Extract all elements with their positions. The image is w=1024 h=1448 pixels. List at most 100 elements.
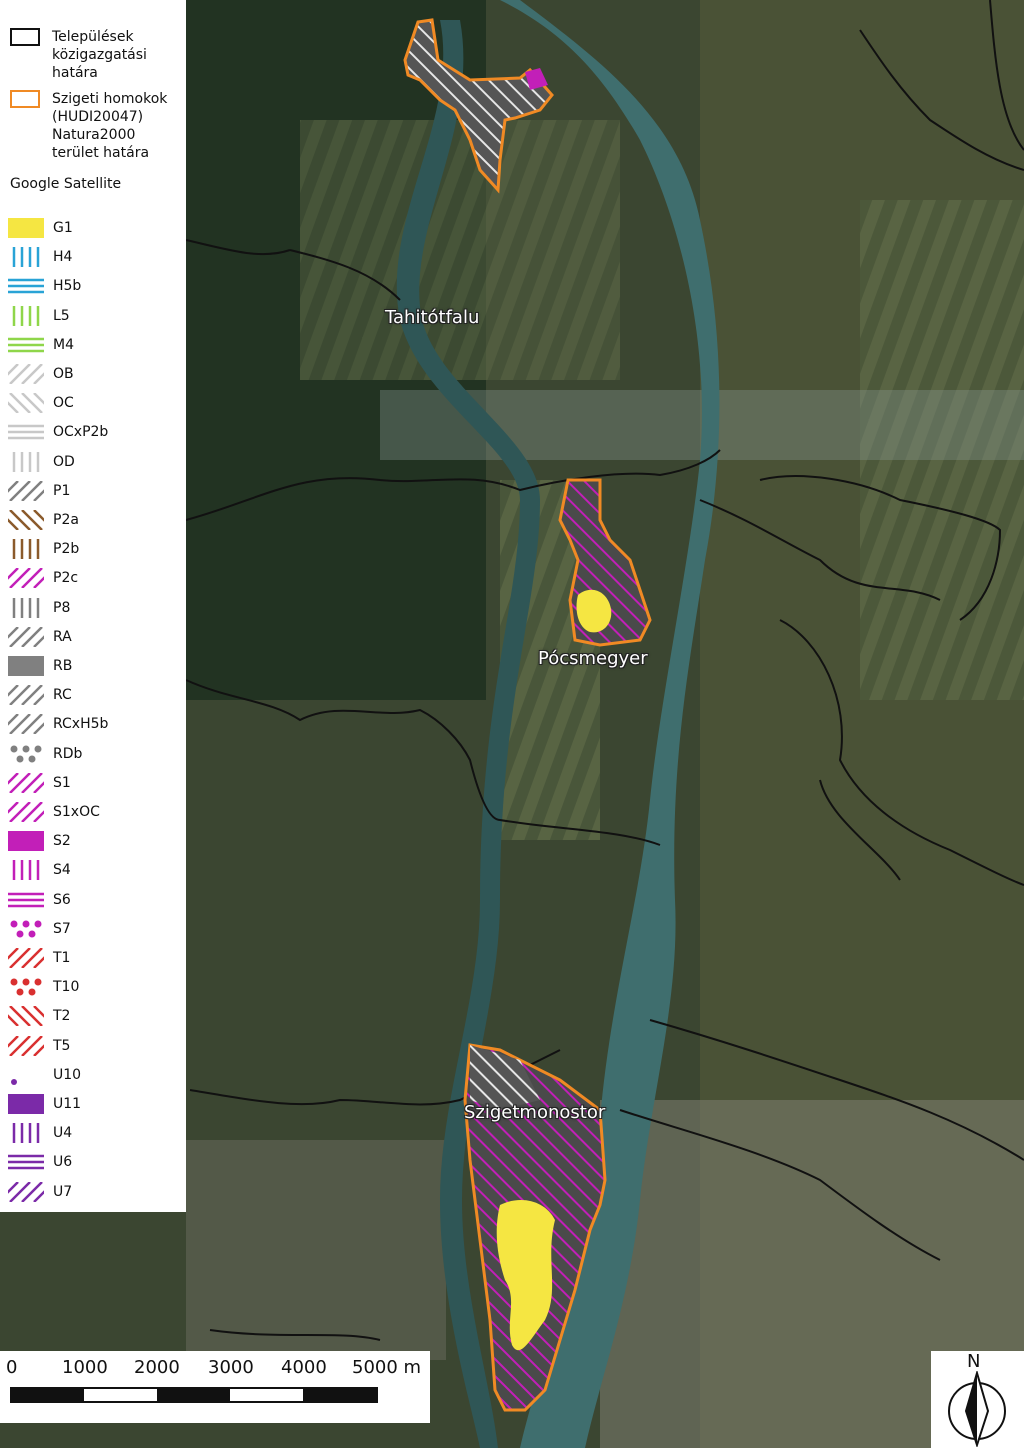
legend-item-label: P2b <box>53 541 80 558</box>
legend-item-label: P2c <box>53 570 79 587</box>
legend-swatch <box>8 364 44 384</box>
legend-item-h4: H4 <box>8 245 72 269</box>
place-label-szigetmonostor: Szigetmonostor <box>464 1102 606 1123</box>
legend-item-u7: U7 <box>8 1180 72 1204</box>
legend-item-g1: G1 <box>8 216 73 240</box>
legend-swatch <box>8 1181 44 1202</box>
legend-swatch <box>8 1155 44 1170</box>
legend-item-label: S1xOC <box>53 804 100 820</box>
legend-item-s6: S6 <box>8 888 71 912</box>
legend-item-s2: S2 <box>8 829 71 853</box>
natura-boundary-label: Szigeti homokok (HUDI20047) Natura2000 t… <box>52 91 168 161</box>
legend-swatch <box>8 480 44 501</box>
legend-item-label: T1 <box>53 950 71 966</box>
legend-item-od: OD <box>8 450 75 474</box>
legend-swatch <box>8 714 44 735</box>
legend-swatch <box>8 1035 44 1056</box>
legend-item-label: H4 <box>53 249 73 266</box>
legend-item-t2: T2 <box>8 1004 70 1028</box>
legend-item-h5b: H5b <box>8 274 81 298</box>
legend-item-label: U11 <box>53 1096 82 1112</box>
legend-item-label: G1 <box>53 220 73 236</box>
legend-item-label: S2 <box>53 833 71 850</box>
legend-item-label: P2a <box>53 512 79 528</box>
basemap-label: Google Satellite <box>10 176 122 192</box>
legend-item-p1: P1 <box>8 479 70 503</box>
legend-item-label: OC <box>53 395 74 412</box>
compass-icon <box>948 1371 1006 1447</box>
north-arrow: N <box>931 1351 1024 1448</box>
legend-swatch <box>12 1123 40 1144</box>
legend-swatch <box>10 920 42 938</box>
legend-swatch <box>8 393 44 414</box>
legend-item-label: RC <box>53 687 72 704</box>
legend-swatch <box>8 1094 44 1114</box>
north-label: N <box>967 1351 981 1372</box>
legend-item-label: T5 <box>53 1037 71 1054</box>
legend-item-rb: RB <box>8 654 72 678</box>
legend-swatch <box>12 247 40 268</box>
scale-label-0: 0 <box>6 1357 18 1378</box>
legend-item-label: L5 <box>53 307 70 324</box>
legend-item-t10: T10 <box>8 975 79 999</box>
legend-item-oc: OC <box>8 391 74 415</box>
legend-swatch <box>8 626 44 647</box>
legend-swatch <box>11 1078 17 1085</box>
legend-item-p2a: P2a <box>8 508 79 532</box>
legend-swatch <box>12 860 40 881</box>
legend-admin-boundary: Települések közigazgatási határa <box>10 28 182 82</box>
legend-swatch <box>8 772 44 793</box>
natura-boundary-swatch <box>10 90 40 108</box>
legend-item-l5: L5 <box>8 304 70 328</box>
legend-item-s4: S4 <box>8 858 71 882</box>
legend-item-label: RB <box>53 658 73 674</box>
legend-item-u6: U6 <box>8 1150 72 1174</box>
legend-item-label: T2 <box>53 1008 71 1025</box>
urban-southwest <box>186 1140 446 1360</box>
legend-item-label: OD <box>53 453 75 470</box>
legend-swatch <box>12 305 40 326</box>
place-label-tahitotfalu: Tahitótfalu <box>385 307 480 328</box>
north-fields <box>300 120 620 380</box>
legend-swatch <box>12 539 40 560</box>
admin-boundary-label: Települések közigazgatási határa <box>52 29 147 81</box>
legend-swatch <box>12 597 40 618</box>
legend-item-label: RDb <box>53 745 83 762</box>
legend-item-label: U6 <box>53 1154 73 1171</box>
legend-item-label: OB <box>53 366 74 382</box>
legend-item-p8: P8 <box>8 596 70 620</box>
scale-label-1000: 1000 <box>62 1357 108 1378</box>
place-label-pocsmegyer: Pócsmegyer <box>538 648 648 669</box>
legend-swatch <box>10 978 42 996</box>
legend-item-ra: RA <box>8 625 72 649</box>
legend-natura-boundary: Szigeti homokok (HUDI20047) Natura2000 t… <box>10 90 182 162</box>
legend-swatch <box>8 218 44 238</box>
legend-item-label: U4 <box>53 1125 73 1142</box>
legend-item-rdb: RDb <box>8 742 82 766</box>
scale-label-5000: 5000 m <box>352 1357 422 1378</box>
legend-swatch <box>8 802 44 822</box>
legend-item-label: U10 <box>53 1066 82 1083</box>
legend-swatch <box>8 510 44 530</box>
legend-item-rc: RC <box>8 683 72 707</box>
scale-bar: 0 1000 2000 3000 4000 5000 m <box>0 1351 430 1423</box>
scale-label-3000: 3000 <box>208 1357 254 1378</box>
legend-item-label: M4 <box>53 336 74 353</box>
legend-swatch <box>8 1006 44 1027</box>
legend-item-ocxp2b: OCxP2b <box>8 420 108 444</box>
legend-item-m4: M4 <box>8 333 74 357</box>
legend-item-label: S1 <box>53 774 71 791</box>
legend-item-s1: S1 <box>8 771 71 795</box>
admin-boundary-swatch <box>10 28 40 46</box>
legend-item-label: H5b <box>53 278 82 295</box>
legend-swatch <box>12 451 40 472</box>
legend-item-u11: U11 <box>8 1092 81 1116</box>
legend-swatch <box>8 425 44 440</box>
legend-item-label: P8 <box>53 599 71 616</box>
legend-swatch <box>10 745 42 763</box>
legend-item-s1xoc: S1xOC <box>8 800 100 824</box>
map-legend: Települések közigazgatási határa Szigeti… <box>0 0 186 1212</box>
legend-item-label: S4 <box>53 862 71 879</box>
legend-item-u4: U4 <box>8 1121 72 1145</box>
legend-item-label: T10 <box>53 979 80 996</box>
